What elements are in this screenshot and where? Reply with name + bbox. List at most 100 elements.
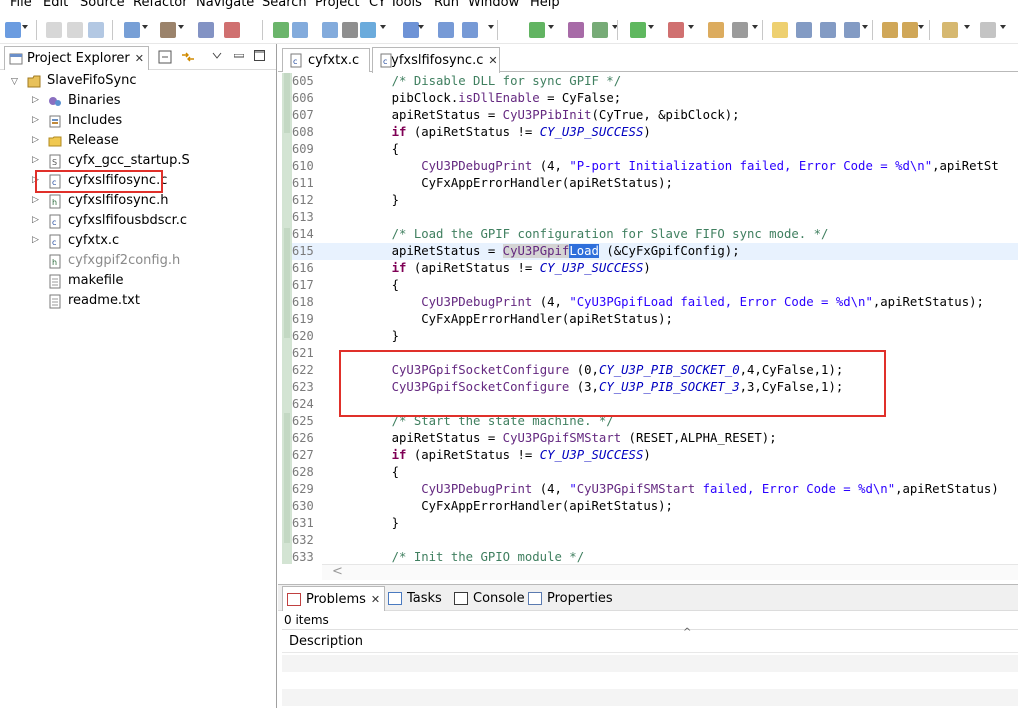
tab-cyfxslfifosync-c[interactable]: c cyfxslfifosync.c ✕ [372,47,500,73]
tree-item-cyfxtx-c[interactable]: ▷ c cyfxtx.c [0,232,276,252]
save-all-icon[interactable] [67,22,83,38]
close-icon[interactable]: ✕ [371,593,380,606]
tree-item-cyfxslfifosync-h[interactable]: ▷ h cyfxslfifosync.h [0,192,276,212]
wrench-icon[interactable] [568,22,584,38]
collapsed-caret-icon[interactable]: ▷ [32,155,39,165]
tree-item-cyfxslfifousbdscr-c[interactable]: ▷ c cyfxslfifousbdscr.c [0,212,276,232]
maximize-icon[interactable] [254,50,265,61]
menu-navigate[interactable]: Navigate [196,0,254,10]
block-icon[interactable] [844,22,860,38]
new-class-icon[interactable] [529,22,545,38]
dropdown-arrow-icon[interactable] [548,25,554,29]
new-icon[interactable] [5,22,21,38]
close-icon[interactable]: ✕ [488,54,497,67]
collapsed-caret-icon[interactable]: ▷ [32,95,39,105]
code-line: CyU3PDebugPrint (4, "CyU3PGpifLoad faile… [421,295,984,309]
last-edit-icon[interactable] [942,22,958,38]
close-icon[interactable]: ✕ [135,52,144,65]
menu-project[interactable]: Project [315,0,359,10]
tree-item-includes[interactable]: ▷ Includes [0,112,276,132]
collapsed-caret-icon[interactable]: ▷ [32,235,39,245]
prev-annotation-icon[interactable] [902,22,918,38]
tree-item-release[interactable]: ▷ Release [0,132,276,152]
search-icon[interactable] [732,22,748,38]
debug-build-icon[interactable] [224,22,240,38]
menu-search[interactable]: Search [262,0,307,10]
dropdown-arrow-icon[interactable] [862,25,868,29]
tab-cyfxtx-c[interactable]: c cyfxtx.c [282,48,370,72]
highlight-icon[interactable] [772,22,788,38]
tree-item-makefile[interactable]: makefile [0,272,276,292]
view-menu-icon[interactable] [212,52,222,60]
menu-help[interactable]: Help [530,0,560,10]
horizontal-scrollbar[interactable]: < [322,564,1018,580]
collapsed-caret-icon[interactable]: ▷ [32,115,39,125]
tree-label: Includes [68,113,123,128]
menu-refactor[interactable]: Refactor [133,0,188,10]
collapse-all-icon[interactable] [158,50,172,64]
link-with-editor-icon[interactable] [180,50,196,64]
dropdown-arrow-icon[interactable] [918,25,924,29]
tab-tasks[interactable]: Tasks [384,586,446,611]
bug-icon[interactable] [592,22,608,38]
open-icon[interactable] [360,22,376,38]
open-declaration-icon[interactable] [796,22,812,38]
dropdown-arrow-icon[interactable] [488,25,494,29]
dropdown-arrow-icon[interactable] [142,25,148,29]
tree-root-slavefifosync[interactable]: ▽ SlaveFifoSync [0,72,276,92]
dropdown-arrow-icon[interactable] [648,25,654,29]
menu-window[interactable]: Window [468,0,519,10]
tree-item-binaries[interactable]: ▷ Binaries [0,92,276,112]
dropdown-arrow-icon[interactable] [22,25,28,29]
minimize-icon[interactable] [234,54,244,58]
tab-properties[interactable]: Properties [524,586,617,611]
refresh-icon[interactable] [273,22,289,38]
menu-cy-tools[interactable]: CY Tools [369,0,422,10]
dropdown-arrow-icon[interactable] [418,25,424,29]
hammer-icon[interactable] [160,22,176,38]
settings-icon[interactable] [342,22,358,38]
build-config-icon[interactable] [198,22,214,38]
menu-file[interactable]: File [10,0,32,10]
collapsed-caret-icon[interactable]: ▷ [32,135,39,145]
menu-source[interactable]: Source [80,0,125,10]
code-area[interactable]: 605 /* Disable DLL for sync GPIF */ 606 p… [278,73,1018,564]
tab-console[interactable]: Console [450,586,529,611]
dropdown-arrow-icon[interactable] [688,25,694,29]
open-type-icon[interactable] [708,22,724,38]
code-line: { [362,142,400,156]
menu-edit[interactable]: Edit [43,0,68,10]
print-icon[interactable] [88,22,104,38]
cy-tool-icon[interactable] [322,22,338,38]
build-icon[interactable] [124,22,140,38]
description-column-header[interactable]: Description ^ [282,627,1018,653]
dropdown-arrow-icon[interactable] [178,25,184,29]
save-icon[interactable] [46,22,62,38]
collapsed-caret-icon[interactable]: ▷ [32,215,39,225]
scroll-left-icon[interactable]: < [332,564,343,579]
collapsed-caret-icon[interactable]: ▷ [32,195,39,205]
pilcrow-icon[interactable] [820,22,836,38]
back-icon[interactable] [980,22,996,38]
code-line: /* Disable DLL for sync GPIF */ [362,74,622,88]
code-editor: c cyfxtx.c c cyfxslfifosync.c ✕ 605 /* Disab… [278,44,1018,580]
new-folder-icon[interactable] [403,22,419,38]
dropdown-arrow-icon[interactable] [1000,25,1006,29]
tree-item-cyfx-gcc-startup-s[interactable]: ▷ Scyfx_gcc_startup.S [0,152,276,172]
next-annotation-icon[interactable] [882,22,898,38]
tab-problems[interactable]: Problems ✕ [282,586,386,611]
dropdown-arrow-icon[interactable] [964,25,970,29]
tree-item-readme-txt[interactable]: readme.txt [0,292,276,312]
tree-item-cyfxgpif2config-h[interactable]: h cyfxgpif2config.h [0,252,276,272]
dropdown-arrow-icon[interactable] [380,25,386,29]
import-icon[interactable] [438,22,454,38]
run-icon[interactable] [630,22,646,38]
expanded-caret-icon[interactable]: ▽ [11,77,18,87]
tab-project-explorer[interactable]: Project Explorer ✕ [4,46,149,70]
toolbar-separator [36,20,37,40]
project-icon[interactable] [292,22,308,38]
run-ext-icon[interactable] [668,22,684,38]
menu-run[interactable]: Run [434,0,459,10]
dropdown-arrow-icon[interactable] [752,25,758,29]
export-icon[interactable] [462,22,478,38]
